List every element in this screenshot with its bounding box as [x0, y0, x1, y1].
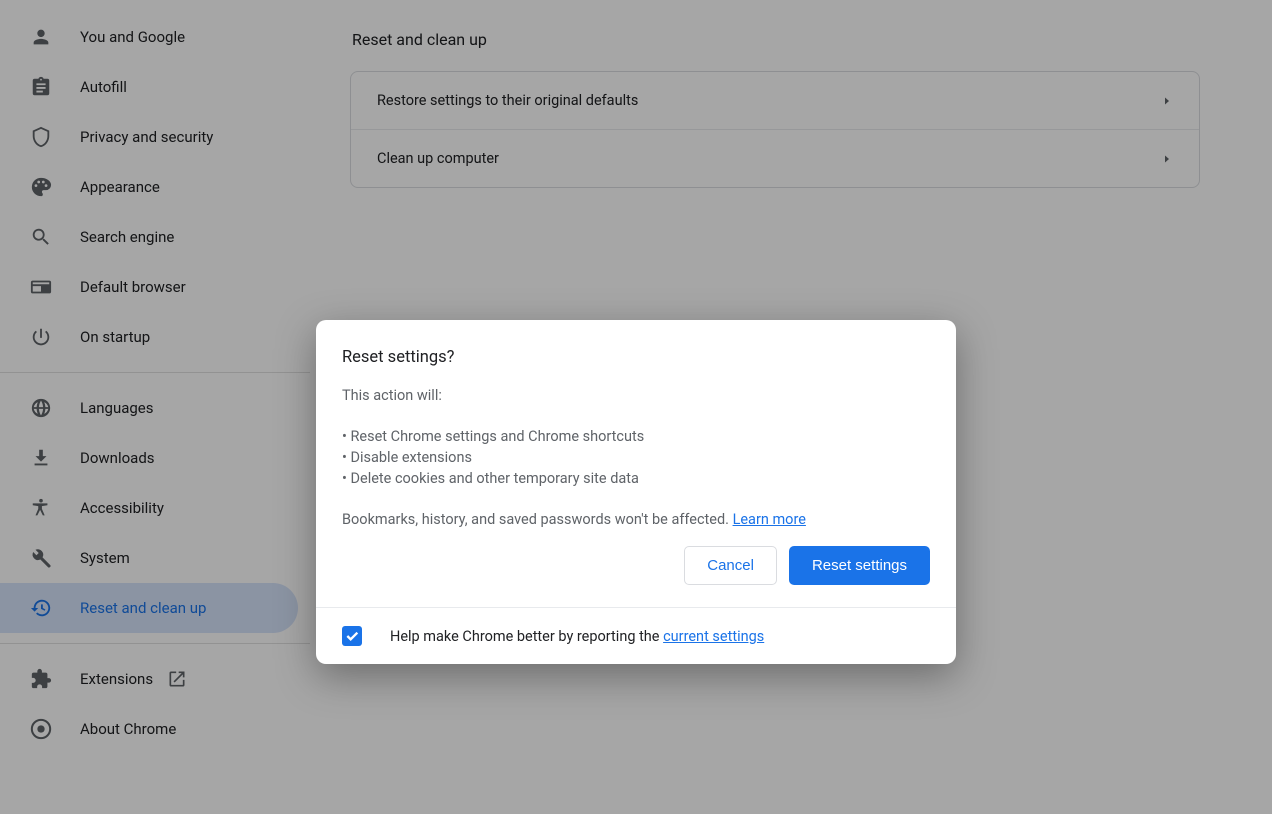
report-settings-checkbox[interactable]	[342, 626, 362, 646]
current-settings-link[interactable]: current settings	[663, 628, 764, 645]
bullet-item: • Reset Chrome settings and Chrome short…	[342, 428, 930, 445]
footer-prefix: Help make Chrome better by reporting the	[390, 628, 663, 645]
dialog-lead: This action will:	[342, 387, 930, 404]
learn-more-link[interactable]: Learn more	[733, 511, 806, 528]
dialog-bullets: • Reset Chrome settings and Chrome short…	[342, 428, 930, 487]
reset-settings-button[interactable]: Reset settings	[789, 546, 930, 585]
cancel-button[interactable]: Cancel	[684, 546, 777, 585]
dialog-title: Reset settings?	[342, 348, 930, 367]
bullet-item: • Delete cookies and other temporary sit…	[342, 470, 930, 487]
note-text: Bookmarks, history, and saved passwords …	[342, 511, 733, 528]
modal-overlay[interactable]: Reset settings? This action will: • Rese…	[0, 0, 1272, 814]
bullet-item: • Disable extensions	[342, 449, 930, 466]
reset-settings-dialog: Reset settings? This action will: • Rese…	[316, 320, 956, 664]
footer-text: Help make Chrome better by reporting the…	[390, 628, 764, 645]
dialog-note: Bookmarks, history, and saved passwords …	[342, 511, 930, 528]
